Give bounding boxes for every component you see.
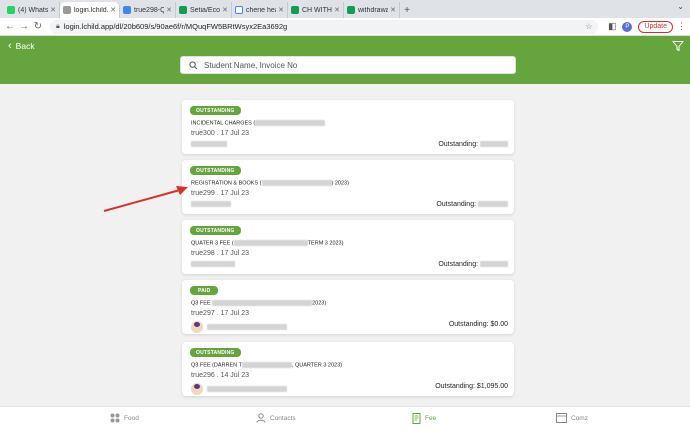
contacts-icon [256,413,266,423]
close-icon[interactable]: ✕ [50,6,56,14]
forward-arrow-icon[interactable]: → [18,21,30,32]
google-icon [235,6,243,14]
invoice-meta: true297 . 17 Jul 23 [191,310,249,317]
invoice-title: Q3 FEE (DARREN T, QUARTER 3 2023) [191,362,342,369]
sheets-icon [347,6,355,14]
browser-tab-sheets-setia[interactable]: Setia/Eco/KD/Molek ✕ [176,2,232,18]
invoice-card[interactable]: OUTSTANDING REGISTRATION & BOOKS () 2023… [182,160,514,214]
food-grid-icon [110,413,120,423]
url-field[interactable]: 🔒︎ login.lchild.app/dl/20b609/s/90ae6f/r… [50,19,599,34]
invoice-title: Q3 FEE 2023) [191,300,327,307]
browser-tab-withdrawal-record[interactable]: withdrawal record 20 ✕ [344,2,400,18]
chevron-left-icon: ‹ [8,40,12,52]
invoice-title: QUATER 3 FEE (TERM 3 2023) [191,240,344,247]
close-icon[interactable]: ✕ [110,6,116,14]
invoice-card[interactable]: OUTSTANDING QUATER 3 FEE (TERM 3 2023) t… [182,220,514,274]
lock-icon: 🔒︎ [56,22,60,30]
status-badge: OUTSTANDING [190,348,241,357]
extension-icon[interactable]: ◧ [606,21,618,33]
browser-tab-google-search[interactable]: cherie hearts interna ✕ [232,2,288,18]
close-icon[interactable]: ✕ [222,6,228,14]
outstanding-amount: Outstanding: [438,261,508,268]
invoice-meta: true299 . 17 Jul 23 [191,190,249,197]
invoice-list: OUTSTANDING INCIDENTAL CHARGES ( true300… [0,84,690,406]
invoice-card[interactable]: OUTSTANDING Q3 FEE (DARREN T, QUARTER 3 … [182,342,514,396]
bottom-nav: Food Contacts Fee Comz [0,406,690,431]
invoice-card[interactable]: OUTSTANDING INCIDENTAL CHARGES ( true300… [182,100,514,154]
back-label: Back [15,41,35,51]
search-input[interactable]: Student Name, Invoice No [180,56,516,74]
nav-fee[interactable]: Fee [412,413,436,424]
sheets-icon [291,6,299,14]
invoice-meta: true296 . 14 Jul 23 [191,372,249,379]
invoice-meta: true300 . 17 Jul 23 [191,130,249,137]
nav-contacts-label: Contacts [270,414,296,422]
tab-search-icon[interactable]: ⌄ [677,2,684,11]
whatsapp-icon [7,6,15,14]
browser-tab-whatsapp[interactable]: (4) WhatsApp ✕ [4,2,60,18]
comz-icon [556,413,567,423]
status-badge: OUTSTANDING [190,106,241,115]
bookmark-star-icon[interactable]: ☆ [585,22,592,31]
tab-title: withdrawal record 20 [358,6,389,14]
student-avatar [191,321,203,333]
status-badge: PAID [190,286,219,295]
close-icon[interactable]: ✕ [166,6,172,14]
tab-title: cherie hearts interna [246,6,276,14]
filter-icon[interactable] [672,40,684,52]
status-badge: OUTSTANDING [190,226,241,235]
nav-comz-label: Comz [571,414,588,422]
back-button[interactable]: ‹ Back [8,40,35,52]
nav-contacts[interactable]: Contacts [256,413,296,423]
student-name [191,141,227,147]
student-name [191,321,287,333]
search-placeholder: Student Name, Invoice No [204,60,298,70]
student-avatar [191,383,203,395]
browser-tab-withdrawal-le[interactable]: CH WITHDRAWAL LE ✕ [288,2,344,18]
url-text: login.lchild.app/dl/20b609/s/90ae6f/r/MQ… [63,22,288,31]
tab-title: CH WITHDRAWAL LE [302,6,332,14]
app-header: ‹ Back Student Name, Invoice No [0,36,690,84]
back-arrow-icon[interactable]: ← [4,21,16,32]
invoice-meta: true298 . 17 Jul 23 [191,250,249,257]
new-tab-button[interactable]: + [400,2,414,18]
site-icon [63,6,71,14]
nav-comz[interactable]: Comz [556,413,588,423]
student-name [191,201,231,207]
sheets-icon [179,6,187,14]
address-bar-row: ← → ↻ 🔒︎ login.lchild.app/dl/20b609/s/90… [0,18,690,36]
profile-avatar[interactable]: P [622,21,633,32]
browser-tab-lchild[interactable]: login.lchild.app/dl/20 ✕ [60,2,120,18]
invoice-card[interactable]: PAID Q3 FEE 2023) true297 . 17 Jul 23 Ou… [182,280,514,334]
student-name [191,261,235,267]
nav-fee-label: Fee [425,415,437,422]
outstanding-amount: Outstanding: $0.00 [448,321,508,328]
close-icon[interactable]: ✕ [390,6,396,14]
tab-title: true298-Quarter 3 Fe [134,6,164,14]
outstanding-amount: Outstanding: $1,095.00 [435,383,508,390]
browser-tab-drive[interactable]: true298-Quarter 3 Fe ✕ [120,2,176,18]
status-badge: OUTSTANDING [190,166,241,175]
nav-food[interactable]: Food [110,413,139,423]
drive-icon [123,6,131,14]
update-button[interactable]: Update [638,20,673,33]
reload-icon[interactable]: ↻ [32,21,44,32]
close-icon[interactable]: ✕ [334,6,340,14]
nav-food-label: Food [124,414,139,422]
browser-menu-icon[interactable]: ⋮ [677,21,686,32]
invoice-title: REGISTRATION & BOOKS () 2023) [191,180,349,187]
outstanding-amount: Outstanding: [436,201,508,208]
invoice-title: INCIDENTAL CHARGES ( [191,120,326,126]
outstanding-amount: Outstanding: [438,141,508,148]
tab-title: Setia/Eco/KD/Molek [190,6,220,14]
tab-title: (4) WhatsApp [18,6,49,14]
browser-tab-bar: (4) WhatsApp ✕ login.lchild.app/dl/20 ✕ … [0,0,690,18]
tab-title: login.lchild.app/dl/20 [74,6,109,14]
close-icon[interactable]: ✕ [278,6,284,14]
student-name [191,383,287,395]
fee-receipt-icon [412,413,421,424]
search-icon [189,60,198,69]
